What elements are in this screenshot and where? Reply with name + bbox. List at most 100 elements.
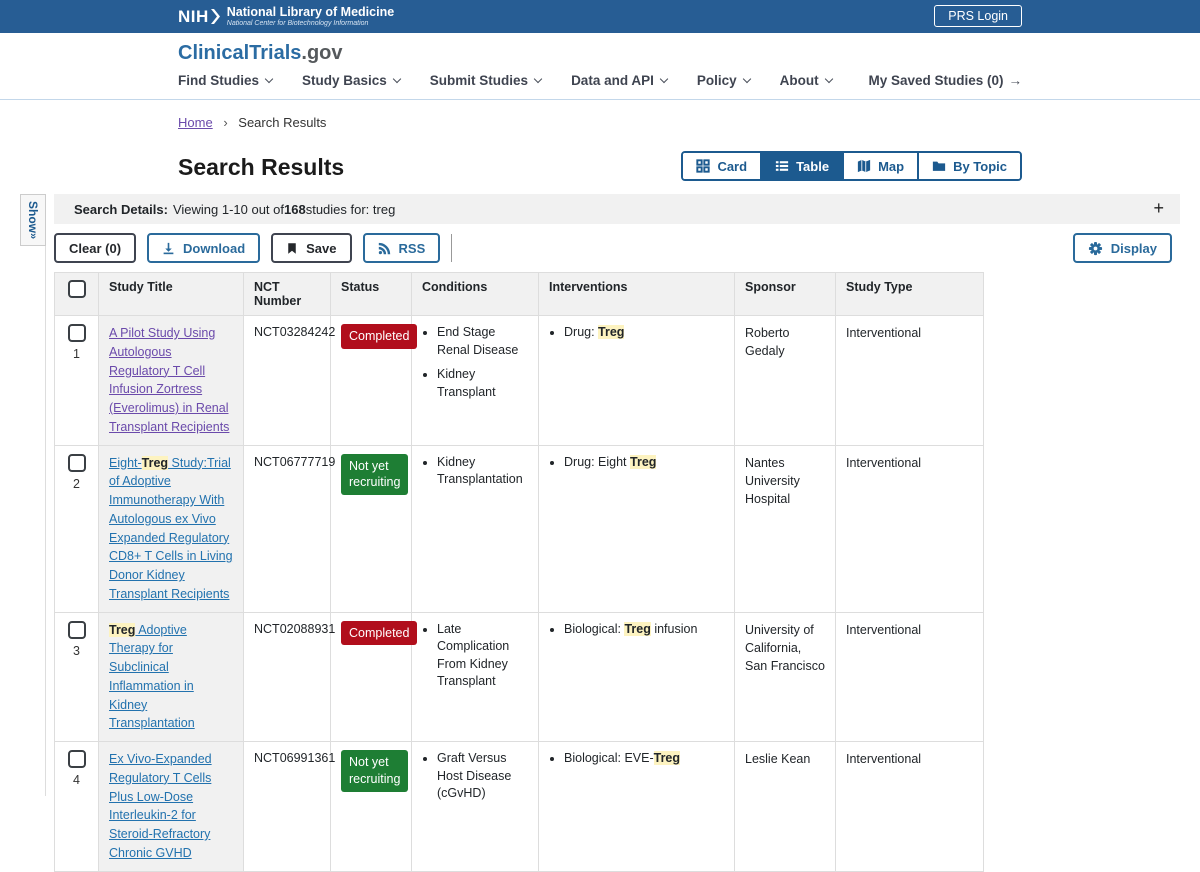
- study-title-link[interactable]: Ex Vivo-Expanded Regulatory T Cells Plus…: [109, 752, 212, 860]
- search-details-text: Viewing 1-10 out of: [173, 202, 284, 217]
- search-results-count: 168: [284, 202, 306, 217]
- row-checkbox[interactable]: [68, 750, 86, 768]
- view-table-button[interactable]: Table: [760, 153, 842, 179]
- row-number: 4: [59, 773, 94, 787]
- study-type-cell: Interventional: [836, 445, 984, 612]
- condition-item: Kidney Transplantation: [437, 454, 528, 489]
- column-header-sponsor[interactable]: Sponsor: [735, 273, 836, 316]
- folder-icon: [932, 159, 946, 173]
- text-segment: Eight-: [109, 456, 142, 470]
- chevron-down-icon: [534, 74, 542, 82]
- arrow-right-icon: →: [1009, 73, 1023, 88]
- show-search-panel-tab[interactable]: Show »: [20, 194, 46, 246]
- column-header-study-type[interactable]: Study Type: [836, 273, 984, 316]
- row-select-cell: 2: [55, 445, 99, 612]
- condition-item: Graft Versus Host Disease (cGvHD): [437, 750, 528, 803]
- my-saved-studies-link[interactable]: My Saved Studies (0)→: [868, 73, 1022, 88]
- table-header-row: Study TitleNCT NumberStatusConditionsInt…: [55, 273, 984, 316]
- column-header-interventions[interactable]: Interventions: [539, 273, 735, 316]
- conditions-cell: Kidney Transplantation: [412, 445, 539, 612]
- text-segment: infusion: [651, 622, 698, 636]
- breadcrumb-separator: ›: [223, 115, 227, 130]
- study-title-cell: Ex Vivo-Expanded Regulatory T Cells Plus…: [99, 742, 244, 872]
- study-title-link[interactable]: Eight-Treg Study:Trial of Adoptive Immun…: [109, 456, 233, 601]
- text-segment: Study:Trial of Adoptive Immunotherapy Wi…: [109, 456, 233, 601]
- clinicaltrials-logo[interactable]: ClinicalTrials.gov: [178, 42, 343, 65]
- interventions-cell: Drug: Eight Treg: [539, 445, 735, 612]
- interventions-cell: Drug: Treg: [539, 316, 735, 446]
- chevron-down-icon: [660, 74, 668, 82]
- condition-item: Kidney Transplant: [437, 366, 528, 401]
- nav-study-basics[interactable]: Study Basics: [302, 73, 400, 88]
- row-number: 2: [59, 477, 94, 491]
- nlm-banner: NIH National Library of Medicine Nationa…: [0, 0, 1200, 33]
- text-segment: A Pilot Study Using Autologous Regulator…: [109, 326, 229, 434]
- row-select-cell: 3: [55, 612, 99, 742]
- column-header-conditions[interactable]: Conditions: [412, 273, 539, 316]
- sponsor-cell: Roberto Gedaly: [735, 316, 836, 446]
- page-title: Search Results: [178, 154, 344, 181]
- study-title-link[interactable]: Treg Adoptive Therapy for Subclinical In…: [109, 623, 195, 731]
- row-checkbox[interactable]: [68, 454, 86, 472]
- row-checkbox[interactable]: [68, 621, 86, 639]
- list-icon: [775, 159, 789, 173]
- nav-data-and-api[interactable]: Data and API: [571, 73, 667, 88]
- table-row: 3Treg Adoptive Therapy for Subclinical I…: [55, 612, 984, 742]
- row-number: 1: [59, 347, 94, 361]
- nct-number: NCT06991361: [244, 742, 331, 872]
- breadcrumb-home-link[interactable]: Home: [178, 115, 213, 130]
- nav-submit-studies[interactable]: Submit Studies: [430, 73, 541, 88]
- search-term-highlight: Treg: [630, 455, 656, 469]
- clear-button[interactable]: Clear (0): [54, 233, 136, 263]
- bookmark-icon: [286, 242, 298, 255]
- text-segment: Biological:: [564, 622, 624, 636]
- row-checkbox[interactable]: [68, 324, 86, 342]
- results-table-body: 1 A Pilot Study Using Autologous Regulato…: [55, 316, 984, 872]
- search-details-suffix: studies for: treg: [306, 202, 396, 217]
- select-all-header: [55, 273, 99, 316]
- status-cell: Not yet recruiting: [331, 742, 412, 872]
- nav-about[interactable]: About: [780, 73, 832, 88]
- status-badge: Not yet recruiting: [341, 454, 408, 496]
- text-segment: Drug:: [564, 325, 598, 339]
- breadcrumb-current: Search Results: [238, 115, 326, 130]
- study-type-cell: Interventional: [836, 316, 984, 446]
- nlm-logo-link[interactable]: NIH National Library of Medicine Nationa…: [178, 6, 394, 27]
- intervention-item: Biological: EVE-Treg: [564, 750, 724, 768]
- gear-icon: [1088, 241, 1103, 256]
- text-segment: Ex Vivo-Expanded Regulatory T Cells Plus…: [109, 752, 212, 860]
- study-title-cell: Eight-Treg Study:Trial of Adoptive Immun…: [99, 445, 244, 612]
- select-all-checkbox[interactable]: [68, 280, 86, 298]
- column-header-status[interactable]: Status: [331, 273, 412, 316]
- conditions-cell: Graft Versus Host Disease (cGvHD): [412, 742, 539, 872]
- save-button[interactable]: Save: [271, 233, 351, 263]
- nav-divider: [0, 99, 1200, 100]
- display-options-button[interactable]: Display: [1073, 233, 1172, 263]
- nlm-wordmark: National Library of Medicine National Ce…: [227, 6, 394, 27]
- results-table: Study TitleNCT NumberStatusConditionsInt…: [54, 272, 984, 872]
- rss-button[interactable]: RSS: [363, 233, 441, 263]
- nav-find-studies[interactable]: Find Studies: [178, 73, 272, 88]
- interventions-cell: Biological: EVE-Treg: [539, 742, 735, 872]
- breadcrumb: Home › Search Results: [178, 115, 1022, 130]
- prs-login-button[interactable]: PRS Login: [934, 5, 1022, 27]
- text-segment: Biological: EVE-: [564, 751, 654, 765]
- view-card-button[interactable]: Card: [683, 153, 760, 179]
- column-header-study-title[interactable]: Study Title: [99, 273, 244, 316]
- chevron-down-icon: [265, 74, 273, 82]
- view-by-topic-button[interactable]: By Topic: [917, 153, 1020, 179]
- intervention-item: Drug: Treg: [564, 324, 724, 342]
- view-map-button[interactable]: Map: [842, 153, 917, 179]
- sponsor-cell: University of California, San Francisco: [735, 612, 836, 742]
- search-details-bar: Search Details: Viewing 1-10 out of 168 …: [54, 194, 1180, 224]
- actions-divider: [451, 234, 452, 262]
- status-cell: Completed: [331, 612, 412, 742]
- chevron-down-icon: [742, 74, 750, 82]
- download-button[interactable]: Download: [147, 233, 260, 263]
- expand-search-details-icon[interactable]: +: [1153, 197, 1164, 220]
- column-header-nct-number[interactable]: NCT Number: [244, 273, 331, 316]
- nav-policy[interactable]: Policy: [697, 73, 750, 88]
- conditions-cell: Late Complication From Kidney Transplant: [412, 612, 539, 742]
- conditions-cell: End Stage Renal DiseaseKidney Transplant: [412, 316, 539, 446]
- study-title-link[interactable]: A Pilot Study Using Autologous Regulator…: [109, 326, 229, 434]
